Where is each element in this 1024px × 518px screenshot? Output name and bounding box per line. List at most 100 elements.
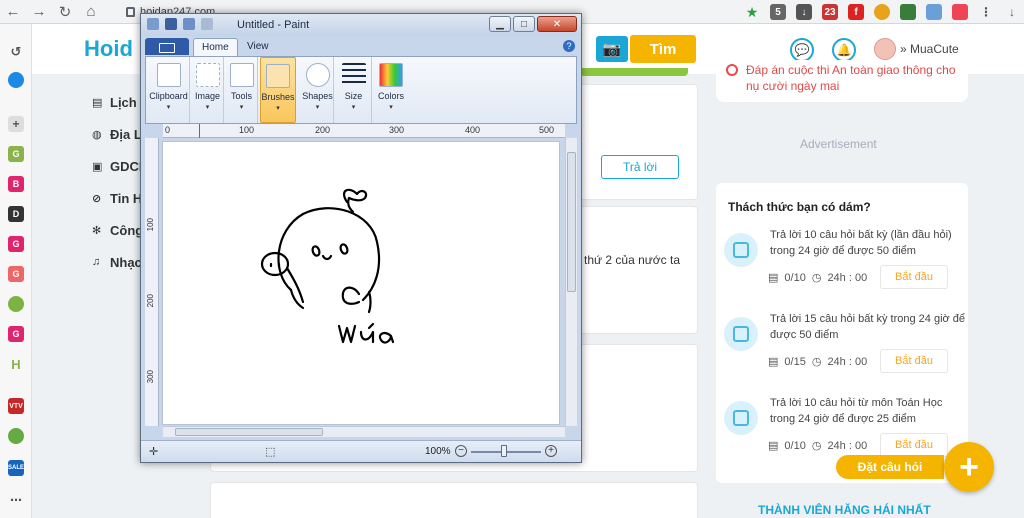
image-group[interactable]: Image ▾ bbox=[192, 57, 224, 123]
app-b-icon[interactable]: B bbox=[8, 176, 24, 192]
flash-extension-icon[interactable]: f bbox=[848, 4, 864, 20]
shapes-group[interactable]: Shapes ▾ bbox=[302, 57, 334, 123]
paint-window[interactable]: Untitled - Paint ▁ □ ✕ Home View ? Clipb… bbox=[140, 13, 582, 463]
window-controls: ▁ □ ✕ bbox=[489, 16, 577, 32]
start-challenge-button[interactable]: Bắt đầu bbox=[880, 265, 948, 289]
save-icon[interactable] bbox=[165, 18, 177, 30]
undo-icon[interactable] bbox=[183, 18, 195, 30]
ruler-tick: 200 bbox=[315, 125, 331, 135]
drawing-canvas[interactable] bbox=[162, 141, 560, 425]
horizontal-scroll-thumb[interactable] bbox=[175, 428, 323, 436]
browser-sidebar: ↺ + G B D G G G H VTV SALE ⋯ bbox=[0, 24, 32, 518]
app-g2-icon[interactable]: G bbox=[8, 236, 24, 252]
app-g4-icon[interactable]: G bbox=[8, 326, 24, 342]
screen-extension-icon[interactable] bbox=[926, 4, 942, 20]
notice-text: Đáp án cuộc thi An toàn giao thông cho n… bbox=[746, 63, 956, 93]
nav-item-label: Công bbox=[110, 222, 144, 238]
avatar[interactable] bbox=[874, 38, 896, 60]
search-button[interactable]: Tìm bbox=[630, 35, 696, 63]
back-icon[interactable]: ← bbox=[0, 0, 26, 24]
brushes-group[interactable]: Brushes ▾ bbox=[260, 57, 296, 123]
challenge-progress: 0/15 bbox=[784, 355, 806, 368]
group-label: Shapes bbox=[302, 91, 333, 101]
avatar-extension-icon[interactable] bbox=[952, 4, 968, 20]
maximize-icon[interactable]: □ bbox=[513, 16, 535, 32]
doodle-drawing bbox=[260, 188, 395, 344]
app-sale-icon[interactable]: SALE bbox=[8, 460, 24, 476]
grid-icon bbox=[724, 233, 758, 267]
extension-icon[interactable]: 5 bbox=[770, 4, 786, 20]
computer-icon: ⊘ bbox=[92, 192, 102, 205]
challenge-item: Trả lời 10 câu hỏi bất kỳ (lần đầu hỏi) … bbox=[724, 227, 964, 307]
messenger-icon[interactable] bbox=[8, 72, 24, 88]
tab-view[interactable]: View bbox=[239, 38, 277, 56]
site-logo[interactable]: Hoid bbox=[84, 36, 133, 62]
app-leaf-icon[interactable] bbox=[8, 296, 24, 312]
horizontal-scrollbar[interactable] bbox=[163, 426, 565, 437]
app-g-icon[interactable]: G bbox=[8, 146, 24, 162]
bell-icon[interactable]: 🔔 bbox=[832, 38, 856, 62]
bookmark-star-icon[interactable]: ★ bbox=[744, 4, 760, 20]
app-h-icon[interactable]: H bbox=[8, 356, 24, 372]
clipboard-group[interactable]: Clipboard ▾ bbox=[148, 57, 190, 123]
add-question-fab[interactable]: + bbox=[944, 442, 994, 492]
app-d-icon[interactable]: D bbox=[8, 206, 24, 222]
notification-extension-icon[interactable]: 23 bbox=[822, 4, 838, 20]
answer-button[interactable]: Trả lời bbox=[601, 155, 679, 179]
zoom-slider-handle[interactable] bbox=[501, 445, 507, 457]
username[interactable]: » MuaCute bbox=[900, 42, 959, 56]
history-icon[interactable]: ↺ bbox=[8, 44, 24, 60]
vertical-scroll-thumb[interactable] bbox=[567, 152, 576, 292]
zoom-out-icon[interactable]: − bbox=[455, 445, 467, 457]
download-extension-icon[interactable]: ↓ bbox=[796, 4, 812, 20]
question-snippet[interactable]: n thứ 2 của nước ta bbox=[574, 253, 680, 267]
add-app-icon[interactable]: + bbox=[8, 116, 24, 132]
reload-icon[interactable]: ↻ bbox=[52, 0, 78, 24]
chat-icon[interactable]: 💬 bbox=[790, 38, 814, 62]
camera-search-button[interactable]: 📷 bbox=[596, 36, 628, 62]
app-g3-icon[interactable]: G bbox=[8, 266, 24, 282]
tab-home[interactable]: Home bbox=[193, 38, 238, 56]
home-icon[interactable]: ⌂ bbox=[78, 0, 104, 24]
paint-menu-button[interactable] bbox=[145, 38, 189, 55]
close-icon[interactable]: ✕ bbox=[537, 16, 577, 32]
selection-size-icon: ⬚ bbox=[265, 446, 276, 458]
colors-group[interactable]: Colors ▾ bbox=[374, 57, 408, 123]
contest-notice[interactable]: Đáp án cuộc thi An toàn giao thông cho n… bbox=[716, 60, 968, 102]
gem-extension-icon[interactable] bbox=[900, 4, 916, 20]
help-icon[interactable]: ? bbox=[563, 40, 575, 52]
puzzle-icon[interactable]: ⋮ bbox=[978, 4, 994, 20]
doc-icon: ▤ bbox=[768, 440, 779, 452]
zoom-in-icon[interactable]: + bbox=[545, 445, 557, 457]
paint-app-icon[interactable] bbox=[147, 18, 159, 30]
start-challenge-button[interactable]: Bắt đầu bbox=[880, 433, 948, 457]
canvas-area bbox=[159, 138, 567, 426]
zoom-level: 100% bbox=[425, 446, 451, 457]
dropdown-icon: ▾ bbox=[166, 104, 171, 111]
ruler-cursor-marker bbox=[199, 124, 200, 138]
challenge-meta: ▤ 0/10 ◷ 24h : 00 bbox=[768, 271, 868, 285]
challenge-time: 24h : 00 bbox=[827, 271, 868, 284]
download-arrow-icon[interactable]: ↓ bbox=[1004, 4, 1020, 20]
dropdown-icon: ▾ bbox=[315, 104, 320, 111]
pencil-icon bbox=[230, 63, 254, 87]
paint-titlebar[interactable]: Untitled - Paint ▁ □ ✕ bbox=[141, 14, 581, 36]
size-group[interactable]: Size ▾ bbox=[336, 57, 372, 123]
book-icon: ▤ bbox=[92, 96, 103, 109]
app-vtv-icon[interactable]: VTV bbox=[8, 398, 24, 414]
tools-group[interactable]: Tools ▾ bbox=[226, 57, 258, 123]
minimize-icon[interactable]: ▁ bbox=[489, 16, 511, 32]
vertical-scrollbar[interactable] bbox=[565, 138, 577, 426]
more-icon[interactable]: ⋯ bbox=[8, 492, 24, 508]
chrome-extension-icon[interactable] bbox=[874, 4, 890, 20]
lock-icon bbox=[126, 7, 135, 17]
app-dot-icon[interactable] bbox=[8, 428, 24, 444]
challenge-meta: ▤ 0/15 ◷ 24h : 00 bbox=[768, 355, 867, 369]
law-icon: ▣ bbox=[92, 160, 103, 173]
ask-question-button[interactable]: Đặt câu hỏi bbox=[836, 455, 944, 479]
challenge-item: Trả lời 15 câu hỏi bất kỳ trong 24 giờ đ… bbox=[724, 311, 965, 391]
forward-icon[interactable]: → bbox=[26, 0, 52, 24]
start-challenge-button[interactable]: Bắt đầu bbox=[880, 349, 948, 373]
challenge-text: Trả lời 10 câu hỏi từ môn Toán Học trong… bbox=[770, 397, 943, 425]
redo-icon[interactable] bbox=[201, 18, 213, 30]
